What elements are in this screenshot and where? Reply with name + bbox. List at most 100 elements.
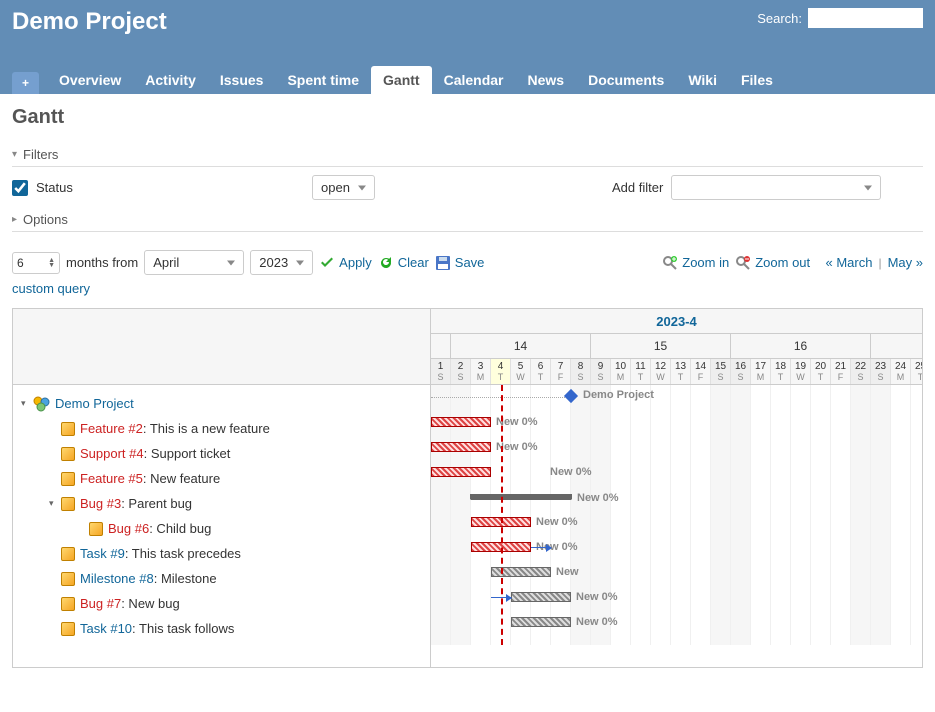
clear-button[interactable]: Clear	[378, 255, 429, 271]
issue-row[interactable]: Support #4: Support ticket	[13, 441, 430, 466]
save-button[interactable]: Save	[435, 255, 485, 271]
filters-legend: Filters	[23, 147, 58, 162]
page-title: Gantt	[12, 106, 923, 129]
issue-title: : This is a new feature	[143, 421, 270, 436]
ticket-icon	[61, 422, 75, 436]
new-tab-button[interactable]: +	[12, 72, 39, 94]
gantt-week-header: 14	[451, 334, 591, 358]
gantt-day-header: 12W	[651, 359, 671, 384]
project-milestone-diamond	[564, 389, 578, 403]
issue-row[interactable]: Bug #6: Child bug	[13, 516, 430, 541]
gantt-bar[interactable]: New 0%	[431, 442, 491, 452]
chevron-right-icon: ▸	[12, 214, 17, 225]
tab-overview[interactable]: Overview	[47, 66, 133, 94]
issue-title: : Child bug	[149, 521, 211, 536]
tab-documents[interactable]: Documents	[576, 66, 676, 94]
add-filter-select[interactable]	[671, 175, 881, 200]
issue-row[interactable]: Feature #2: This is a new feature	[13, 416, 430, 441]
gantt-day-header: 22S	[851, 359, 871, 384]
zoom-out-button[interactable]: Zoom out	[735, 255, 810, 271]
month-select[interactable]: April	[144, 250, 244, 275]
ticket-icon	[61, 497, 75, 511]
issue-row[interactable]: Task #9: This task precedes	[13, 541, 430, 566]
filters-toggle[interactable]: ▾ Filters	[12, 143, 923, 167]
gantt-bar[interactable]: New 0%	[431, 467, 491, 477]
tab-calendar[interactable]: Calendar	[432, 66, 516, 94]
prev-month-link[interactable]: « March	[826, 255, 873, 270]
custom-query-link[interactable]: custom query	[12, 281, 90, 296]
status-filter-checkbox[interactable]	[12, 180, 28, 196]
options-toggle[interactable]: ▸ Options	[12, 208, 923, 232]
issue-row[interactable]: Task #10: This task follows	[13, 616, 430, 641]
status-operator-select[interactable]: open	[312, 175, 375, 200]
issue-link[interactable]: Task #10	[80, 621, 132, 636]
project-link[interactable]: Demo Project	[55, 396, 134, 411]
year-select[interactable]: 2023	[250, 250, 313, 275]
gantt-day-header: 10M	[611, 359, 631, 384]
gantt-day-header: 18T	[771, 359, 791, 384]
issue-link[interactable]: Feature #2	[80, 421, 143, 436]
chevron-down-icon: ▾	[12, 149, 17, 160]
issue-collapse-toggle[interactable]: ▾	[49, 498, 61, 509]
gantt-day-header: 14F	[691, 359, 711, 384]
ticket-icon	[61, 447, 75, 461]
gantt-day-header: 8S	[571, 359, 591, 384]
ticket-icon	[61, 572, 75, 586]
next-month-link[interactable]: May »	[888, 255, 923, 270]
issue-title: : New bug	[121, 596, 180, 611]
issue-title: : Support ticket	[144, 446, 231, 461]
issue-title: : Milestone	[154, 571, 217, 586]
issue-link[interactable]: Task #9	[80, 546, 125, 561]
months-input[interactable]: 6 ▲▼	[12, 252, 60, 274]
gantt-day-header: 2S	[451, 359, 471, 384]
months-from-label: months from	[66, 255, 138, 270]
issue-link[interactable]: Milestone #8	[80, 571, 154, 586]
gantt-bar[interactable]: New 0%	[471, 494, 571, 500]
gantt-bar-label: New 0%	[536, 516, 578, 528]
tab-activity[interactable]: Activity	[133, 66, 208, 94]
search-label: Search:	[757, 11, 802, 26]
issue-row[interactable]: Feature #5: New feature	[13, 466, 430, 491]
ticket-icon	[61, 597, 75, 611]
gantt-day-header: 23S	[871, 359, 891, 384]
project-title[interactable]: Demo Project	[12, 8, 167, 36]
reload-icon	[378, 255, 394, 271]
tab-issues[interactable]: Issues	[208, 66, 276, 94]
issue-row[interactable]: Bug #7: New bug	[13, 591, 430, 616]
gantt-bar-label: New 0%	[576, 591, 618, 603]
search-input[interactable]	[808, 8, 923, 28]
issue-link[interactable]: Bug #3	[80, 496, 121, 511]
gantt-day-header: 16S	[731, 359, 751, 384]
issue-row[interactable]: ▾Bug #3: Parent bug	[13, 491, 430, 516]
issue-link[interactable]: Feature #5	[80, 471, 143, 486]
gantt-day-header: 7F	[551, 359, 571, 384]
issue-link[interactable]: Bug #6	[108, 521, 149, 536]
issue-title: : New feature	[143, 471, 220, 486]
tab-gantt[interactable]: Gantt	[371, 66, 432, 94]
gantt-bar-label: New	[556, 566, 579, 578]
gantt-bar[interactable]: New 0%	[511, 592, 571, 602]
gantt-day-header: 6T	[531, 359, 551, 384]
issue-link[interactable]: Bug #7	[80, 596, 121, 611]
project-collapse-toggle[interactable]: ▾	[21, 398, 33, 409]
issue-row[interactable]: Milestone #8: Milestone	[13, 566, 430, 591]
options-legend: Options	[23, 212, 68, 227]
apply-button[interactable]: Apply	[319, 255, 372, 271]
zoom-in-button[interactable]: Zoom in	[662, 255, 729, 271]
gantt-day-header: 1S	[431, 359, 451, 384]
add-filter-label: Add filter	[612, 180, 663, 195]
gantt-month-header: 2023-4	[431, 309, 922, 334]
gantt-bar-label: New 0%	[576, 616, 618, 628]
zoom-in-icon	[662, 255, 678, 271]
tab-files[interactable]: Files	[729, 66, 785, 94]
ticket-icon	[61, 622, 75, 636]
gantt-bar[interactable]: New	[491, 567, 551, 577]
tab-news[interactable]: News	[516, 66, 577, 94]
gantt-bar[interactable]: New 0%	[431, 417, 491, 427]
tab-spent-time[interactable]: Spent time	[275, 66, 371, 94]
issue-link[interactable]: Support #4	[80, 446, 144, 461]
tab-wiki[interactable]: Wiki	[676, 66, 729, 94]
issue-title: : This task precedes	[125, 546, 241, 561]
gantt-bar[interactable]: New 0%	[511, 617, 571, 627]
gantt-day-header: 13T	[671, 359, 691, 384]
